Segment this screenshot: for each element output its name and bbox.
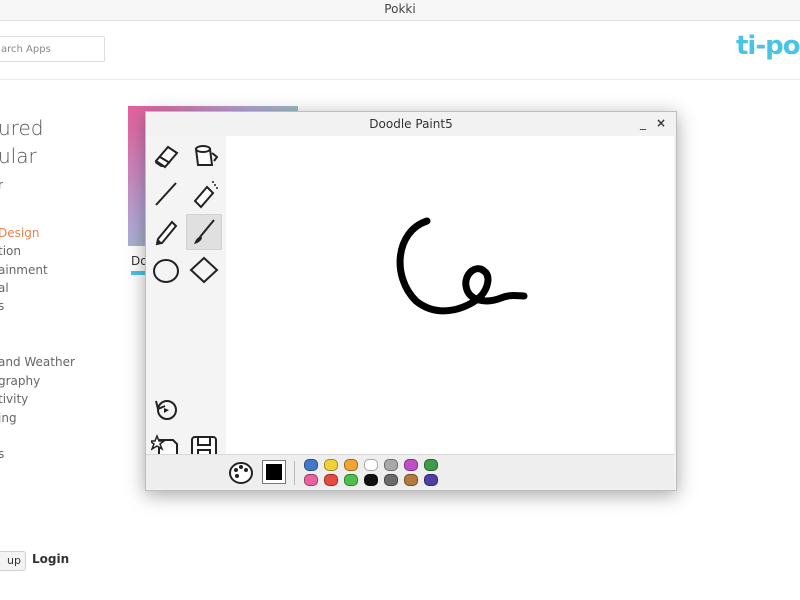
nav-category-education[interactable]: tion <box>0 244 21 258</box>
palette-icon-button[interactable] <box>228 461 254 485</box>
login-link[interactable]: Login <box>32 552 69 566</box>
eraser-tool[interactable] <box>148 138 184 174</box>
rectangle-tool[interactable] <box>186 252 222 288</box>
nav-category-shopping[interactable]: ing <box>0 411 17 425</box>
undo-button[interactable] <box>148 391 184 427</box>
nav-category-games[interactable]: s <box>0 299 4 313</box>
color-swatch[interactable] <box>344 474 358 486</box>
close-button[interactable]: × <box>654 115 668 131</box>
app-title: Pokki <box>384 2 416 16</box>
signup-button[interactable]: up <box>0 551 26 571</box>
color-swatch[interactable] <box>324 474 338 486</box>
color-swatch[interactable] <box>384 474 398 486</box>
current-color-swatch[interactable] <box>262 460 286 484</box>
drawing-canvas[interactable] <box>226 136 674 454</box>
brush-tool[interactable] <box>186 214 222 250</box>
nav-category-photography[interactable]: graphy <box>0 374 40 388</box>
toolbox <box>146 136 226 466</box>
nav-popular[interactable]: ular <box>0 144 37 168</box>
color-swatch[interactable] <box>404 459 418 471</box>
ellipse-tool[interactable] <box>148 252 184 288</box>
doodle-stroke <box>396 217 528 315</box>
color-swatch[interactable] <box>364 459 378 471</box>
pencil-icon <box>155 220 178 246</box>
nav-category-news-weather[interactable]: and Weather <box>0 355 75 369</box>
nav-category-financial[interactable]: al <box>0 281 9 295</box>
color-swatch[interactable] <box>424 474 438 486</box>
fill-bucket-tool[interactable] <box>186 138 222 174</box>
nav-category-utilities[interactable]: s <box>0 447 4 461</box>
spray-tool[interactable] <box>186 176 222 212</box>
color-swatch[interactable] <box>364 474 378 486</box>
eraser-icon <box>154 145 179 169</box>
diamond-shape-icon <box>189 256 219 284</box>
minimize-button[interactable]: _ <box>636 115 650 131</box>
color-swatch[interactable] <box>304 474 318 486</box>
pokki-logo[interactable]: ti-po <box>736 31 800 67</box>
app-title-bar: Pokki <box>0 0 800 21</box>
color-palette-bar <box>146 454 674 489</box>
category-label: Design <box>0 226 40 240</box>
line-tool[interactable] <box>148 176 184 212</box>
paintbrush-icon <box>194 219 215 244</box>
spray-can-icon <box>193 181 218 209</box>
nav-divider-char: r <box>0 178 3 192</box>
current-color-fill <box>266 464 282 480</box>
nav-featured[interactable]: ured <box>0 116 43 140</box>
color-swatch[interactable] <box>344 459 358 471</box>
color-swatch[interactable] <box>324 459 338 471</box>
pencil-tool[interactable] <box>148 214 184 250</box>
doodle-paint-window: Doodle Paint5 _ × <box>145 111 677 491</box>
search-input[interactable]: arch Apps <box>0 36 105 62</box>
undo-icon <box>155 400 177 420</box>
nav-category-design[interactable]: Design <box>0 226 39 240</box>
search-placeholder: arch Apps <box>1 44 51 55</box>
ellipse-icon <box>153 259 179 283</box>
palette-separator <box>294 461 295 485</box>
line-icon <box>155 182 177 206</box>
store-header: arch Apps ti-po <box>0 21 800 80</box>
color-swatch[interactable] <box>404 474 418 486</box>
color-swatch[interactable] <box>304 459 318 471</box>
logo-text: ti-po <box>736 31 800 61</box>
paint-bucket-icon <box>194 145 218 166</box>
nav-category-productivity[interactable]: tivity <box>0 392 28 406</box>
window-title: Doodle Paint5 <box>369 117 453 131</box>
paint-palette-icon <box>229 462 253 484</box>
color-swatch[interactable] <box>384 459 398 471</box>
nav-category-entertainment[interactable]: ainment <box>0 263 48 277</box>
color-swatch[interactable] <box>424 459 438 471</box>
